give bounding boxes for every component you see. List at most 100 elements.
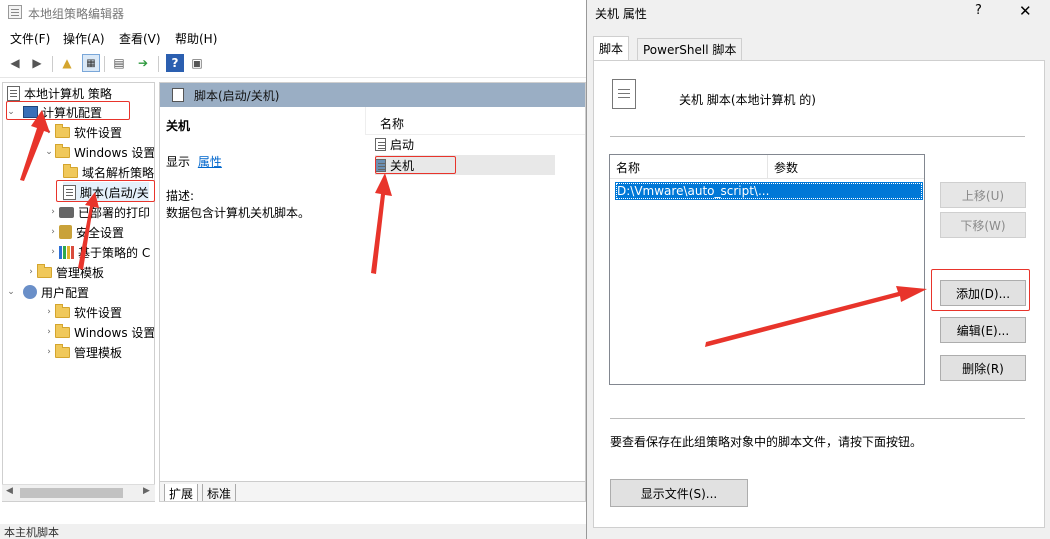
move-down-button[interactable]: 下移(W) — [940, 212, 1026, 238]
show-prefix: 显示 — [166, 155, 191, 169]
help-icon[interactable]: ? — [166, 54, 184, 72]
list-item-label: 启动 — [390, 137, 415, 152]
tree-horizontal-scrollbar[interactable]: ◀ ▶ — [2, 484, 155, 501]
export-list-icon[interactable]: ➔ — [134, 54, 152, 72]
script-row[interactable]: D:\Vmware\auto_script\... — [615, 182, 923, 200]
tab-extended[interactable]: 扩展 — [164, 484, 199, 501]
footer-instruction: 要查看保存在此组策略对象中的脚本文件，请按下面按钮。 — [610, 435, 923, 449]
scripts-tab-panel: 关机 脚本(本地计算机 的) 名称 参数 D:\Vmware\auto_scri… — [593, 60, 1045, 528]
toolbar-separator — [52, 56, 53, 72]
chevron-right-icon[interactable]: › — [25, 267, 37, 277]
script-icon — [63, 184, 76, 200]
tree-node-security-settings[interactable]: › 安全设置 — [47, 222, 124, 242]
tree-node-policy-qos[interactable]: › 基于策略的 C — [47, 242, 150, 262]
tree-node-user-software-settings[interactable]: › 软件设置 — [43, 302, 122, 322]
description-panel: 关机 显示 属性 描述: 数据包含计算机关机脚本。 — [160, 107, 365, 481]
console-icon[interactable]: ▣ — [188, 54, 206, 72]
column-name[interactable]: 名称 — [610, 155, 768, 179]
folder-icon — [55, 303, 70, 318]
column-params[interactable]: 参数 — [768, 155, 924, 179]
chevron-right-icon[interactable]: › — [43, 307, 55, 317]
script-icon — [375, 137, 386, 151]
remove-button[interactable]: 删除(R) — [940, 355, 1026, 381]
computer-icon — [23, 106, 38, 118]
description-text: 数据包含计算机关机脚本。 — [166, 206, 311, 220]
list-item-shutdown[interactable]: 关机 — [375, 155, 555, 175]
chevron-down-icon[interactable]: ⌄ — [5, 287, 17, 297]
menu-view[interactable]: 查看(V) — [119, 30, 161, 47]
chevron-right-icon[interactable]: › — [43, 127, 55, 137]
tree-node-windows-settings[interactable]: ⌄ Windows 设置 — [43, 142, 154, 162]
tree-node-scripts[interactable]: 脚本(启动/关 — [63, 182, 149, 202]
scroll-right-icon[interactable]: ▶ — [143, 486, 150, 496]
chevron-right-icon[interactable]: › — [43, 347, 55, 357]
scroll-left-icon[interactable]: ◀ — [6, 486, 13, 496]
list-column-name[interactable]: 名称 — [380, 115, 404, 132]
editor-titlebar: 本地组策略编辑器 — [0, 0, 586, 26]
shutdown-properties-dialog: 关机 属性 ? ✕ 脚本 PowerShell 脚本 关机 脚本(本地计算机 的… — [586, 0, 1050, 539]
scripts-list[interactable]: 名称 参数 D:\Vmware\auto_script\... — [609, 154, 925, 385]
scripts-list-header: 名称 参数 — [610, 155, 924, 179]
chevron-down-icon[interactable]: ⌄ — [43, 147, 55, 157]
status-bar: 本主机脚本 — [0, 524, 586, 539]
tree-node-computer-config[interactable]: ⌄ 计算机配置 — [5, 102, 102, 122]
tree-node-label: 脚本(启动/关 — [80, 185, 149, 200]
tree-pane: 本地计算机 策略 ⌄ 计算机配置 › 软件设置 ⌄ Windows 设置 域名解… — [2, 82, 155, 502]
items-list: 名称 启动 关机 — [365, 107, 585, 481]
scrollbar-thumb[interactable] — [20, 488, 123, 498]
tab-standard[interactable]: 标准 — [202, 484, 237, 501]
tree-node-admin-templates[interactable]: › 管理模板 — [25, 262, 104, 282]
chevron-right-icon[interactable]: › — [47, 207, 59, 217]
tree-node-software-settings[interactable]: › 软件设置 — [43, 122, 122, 142]
menu-file[interactable]: 文件(F) — [10, 30, 50, 47]
show-files-button[interactable]: 显示文件(S)... — [610, 479, 748, 507]
tree-node-user-admin-templates[interactable]: › 管理模板 — [43, 342, 122, 362]
tree-node-label: 域名解析策略 — [82, 165, 155, 180]
script-icon — [172, 88, 184, 102]
list-item-startup[interactable]: 启动 — [375, 134, 414, 154]
menu-help[interactable]: 帮助(H) — [175, 30, 217, 47]
scripts-header: 关机 脚本(本地计算机 的) — [679, 93, 816, 107]
tree-node-user-windows-settings[interactable]: › Windows 设置 — [43, 322, 155, 342]
toolbar: ◀ ▶ ▲ ▦ ▤ ➔ ? ▣ — [0, 50, 586, 78]
move-up-button[interactable]: 上移(U) — [940, 182, 1026, 208]
properties-icon[interactable]: ▤ — [110, 54, 128, 72]
tree-node-label: 用户配置 — [41, 285, 90, 300]
detail-header: 脚本(启动/关机) — [160, 83, 585, 107]
show-tree-icon[interactable]: ▦ — [82, 54, 100, 72]
tree-node-name-resolution[interactable]: 域名解析策略 — [63, 162, 154, 182]
help-icon[interactable]: ? — [975, 3, 982, 18]
policy-editor-icon — [8, 5, 22, 19]
edit-button[interactable]: 编辑(E)... — [940, 317, 1026, 343]
forward-arrow-icon[interactable]: ▶ — [28, 54, 46, 72]
properties-link[interactable]: 属性 — [198, 155, 222, 169]
detail-pane: 脚本(启动/关机) 关机 显示 属性 描述: 数据包含计算机关机脚本。 名称 启… — [159, 82, 586, 502]
tab-scripts[interactable]: 脚本 — [593, 36, 630, 60]
tree-node-local-policy[interactable]: 本地计算机 策略 — [7, 83, 112, 103]
chevron-down-icon[interactable]: ⌄ — [5, 107, 17, 117]
lock-icon — [59, 225, 72, 239]
tree-node-label: 软件设置 — [74, 305, 123, 320]
menu-action[interactable]: 操作(A) — [63, 30, 105, 47]
tree-node-label: 安全设置 — [76, 225, 125, 240]
detail-heading: 关机 — [166, 119, 191, 133]
close-icon[interactable]: ✕ — [1019, 2, 1032, 20]
script-icon — [375, 158, 386, 172]
chevron-right-icon[interactable]: › — [47, 247, 59, 257]
chevron-right-icon[interactable]: › — [43, 327, 55, 337]
divider — [610, 136, 1025, 137]
up-folder-icon[interactable]: ▲ — [58, 54, 76, 72]
tree-node-label: 管理模板 — [56, 265, 105, 280]
list-item-label: 关机 — [390, 158, 415, 173]
tree-node-label: 已部署的打印 — [78, 205, 151, 220]
add-button[interactable]: 添加(D)... — [940, 280, 1026, 306]
folder-icon — [37, 263, 52, 278]
tree-node-user-config[interactable]: ⌄ 用户配置 — [5, 282, 89, 302]
folder-icon — [55, 323, 70, 338]
tree-node-deployed-printers[interactable]: › 已部署的打印 — [47, 202, 150, 222]
back-arrow-icon[interactable]: ◀ — [6, 54, 24, 72]
editor-title: 本地组策略编辑器 — [28, 7, 125, 21]
tab-powershell-scripts[interactable]: PowerShell 脚本 — [637, 38, 743, 60]
tree-node-label: Windows 设置 — [74, 325, 155, 340]
chevron-right-icon[interactable]: › — [47, 227, 59, 237]
